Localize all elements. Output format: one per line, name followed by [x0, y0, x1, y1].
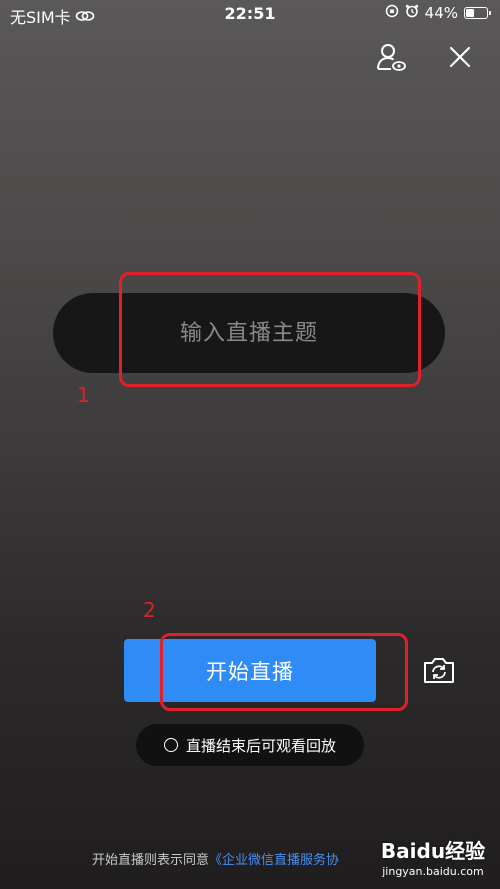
alarm-icon — [405, 4, 419, 22]
annotation-box-1 — [119, 272, 421, 387]
agreement-text: 开始直播则表示同意《企业微信直播服务协 — [92, 849, 339, 868]
orientation-lock-icon — [385, 4, 399, 22]
status-right: 44% — [385, 4, 491, 22]
battery-fill — [466, 9, 474, 17]
camera-switch-icon[interactable] — [421, 654, 457, 686]
live-stream-setup-screen: 无SIM卡 22:51 44% 输入直播主题 1 2 开始直播 直播结束后可观看… — [0, 0, 500, 889]
annotation-label-1: 1 — [77, 383, 90, 407]
watermark-sub: jingyan.baidu.com — [382, 865, 484, 878]
battery-icon — [464, 7, 491, 19]
service-agreement-link[interactable]: 《企业微信直播服务协 — [209, 853, 339, 868]
user-settings-icon[interactable] — [374, 40, 408, 74]
watermark-main-text: Baidu经验 — [380, 839, 486, 863]
status-bar: 无SIM卡 22:51 44% — [0, 0, 500, 28]
watermark-main: Baidu经验 — [374, 835, 492, 864]
replay-option-toggle[interactable]: 直播结束后可观看回放 — [136, 724, 364, 766]
annotation-label-2: 2 — [143, 598, 156, 622]
replay-radio[interactable] — [163, 738, 178, 752]
battery-percent: 44% — [424, 4, 458, 22]
replay-option-label: 直播结束后可观看回放 — [185, 736, 336, 755]
baidu-jingyan-watermark: Baidu经验 jingyan.baidu.com — [374, 835, 492, 881]
agreement-prefix: 开始直播则表示同意 — [92, 853, 210, 868]
annotation-box-2 — [160, 633, 408, 711]
close-icon[interactable] — [443, 40, 477, 74]
